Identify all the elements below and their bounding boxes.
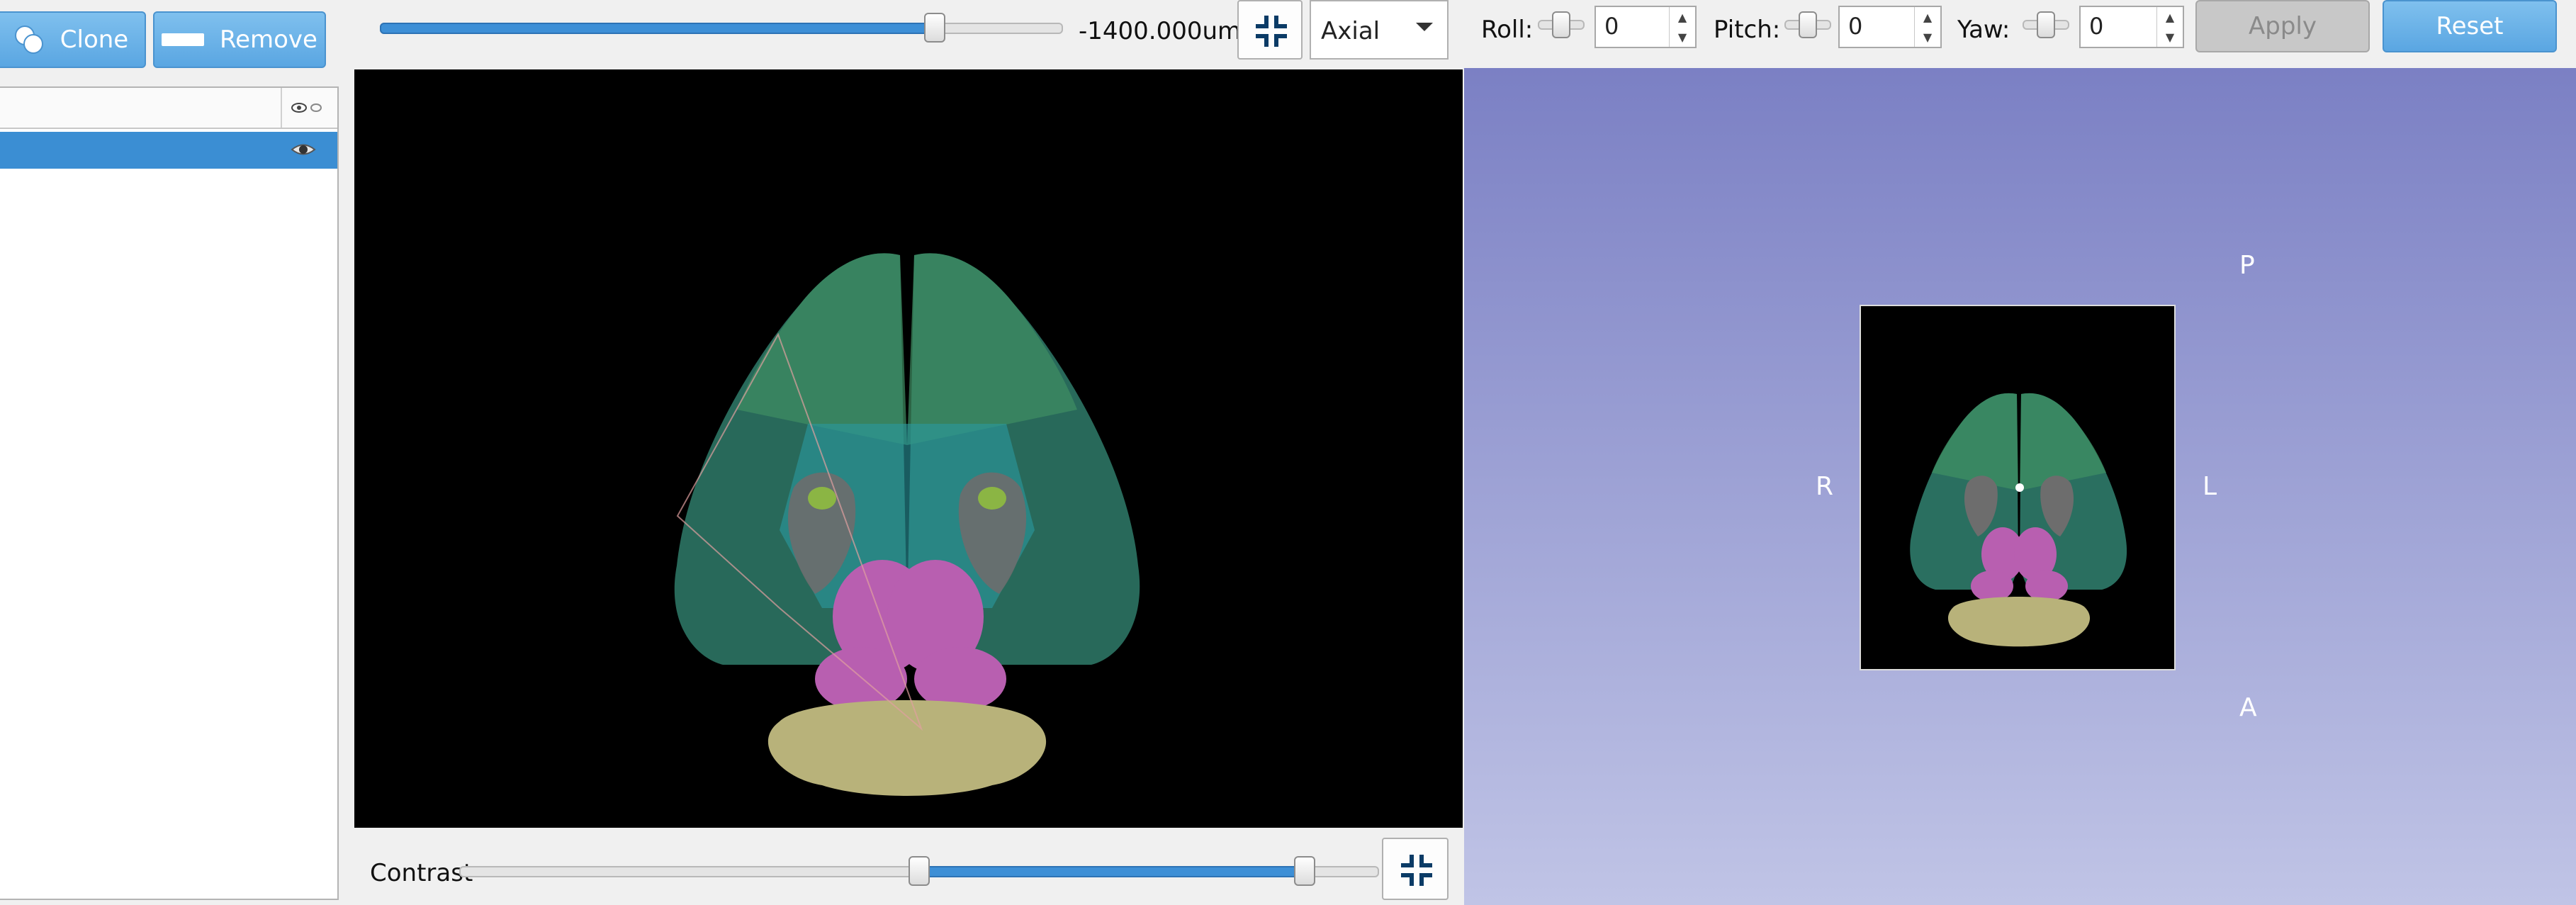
remove-label: Remove: [220, 26, 317, 54]
clone-button[interactable]: Clone: [0, 11, 146, 68]
slice-position-handle[interactable]: [924, 13, 945, 43]
fit-slice-button-bottom[interactable]: [1382, 838, 1449, 900]
remove-button[interactable]: Remove: [153, 11, 326, 68]
layer-list-header: [0, 88, 337, 129]
yaw-label: Yaw:: [1957, 16, 2010, 44]
slice-plane-3d: [1860, 305, 2176, 670]
fit-view-icon: [1249, 9, 1294, 54]
orientation-dropdown[interactable]: Axial: [1310, 0, 1449, 60]
spin-up-icon[interactable]: ▲: [2157, 7, 2183, 27]
pitch-value: 0: [1848, 13, 1863, 40]
fit-slice-button-top[interactable]: [1237, 0, 1303, 60]
clone-label: Clone: [60, 26, 129, 54]
orientation-selected: Axial: [1321, 17, 1380, 45]
contrast-label: Contrast: [370, 859, 473, 887]
pitch-handle[interactable]: [1799, 11, 1817, 38]
layer-list: [0, 86, 339, 900]
left-panel: Clone Remove: [0, 0, 351, 905]
slice-position-fill: [380, 23, 934, 34]
slice-position-slider[interactable]: [380, 23, 1063, 34]
roll-label: Roll:: [1481, 16, 1534, 44]
contrast-low-handle[interactable]: [909, 856, 930, 886]
apply-label: Apply: [2249, 12, 2317, 40]
roll-value: 0: [1604, 13, 1619, 40]
layer-row-selected[interactable]: [0, 132, 337, 169]
reset-label: Reset: [2436, 12, 2504, 40]
brain-slice-image: [674, 253, 1140, 796]
view-3d[interactable]: P A R L: [1464, 68, 2576, 905]
yaw-spinbox[interactable]: 0 ▲ ▼: [2079, 6, 2184, 48]
fit-view-icon: [1394, 848, 1439, 893]
pitch-spinbox[interactable]: 0 ▲ ▼: [1838, 6, 1942, 48]
yaw-value: 0: [2089, 13, 2104, 40]
orientation-label-left: R: [1816, 472, 1834, 501]
apply-button[interactable]: Apply: [2195, 0, 2370, 52]
contrast-range-fill: [920, 866, 1307, 877]
header-divider: [281, 88, 282, 128]
spin-down-icon[interactable]: ▼: [2157, 27, 2183, 47]
brain-slice-thumbnail: [1910, 393, 2127, 647]
contrast-high-handle[interactable]: [1294, 856, 1315, 886]
yaw-handle[interactable]: [2037, 11, 2055, 38]
spin-up-icon[interactable]: ▲: [1670, 7, 1695, 27]
roll-spinbox[interactable]: 0 ▲ ▼: [1594, 6, 1697, 48]
visibility-header-icon[interactable]: [289, 101, 325, 115]
eye-icon[interactable]: [291, 139, 316, 160]
remove-icon: [162, 33, 204, 46]
orientation-label-top: P: [2239, 251, 2255, 280]
spin-up-icon[interactable]: ▲: [1915, 7, 1940, 27]
slice-view[interactable]: [354, 69, 1463, 828]
reset-button[interactable]: Reset: [2383, 0, 2557, 52]
spin-down-icon[interactable]: ▼: [1915, 27, 1940, 47]
roll-handle[interactable]: [1552, 11, 1570, 38]
orientation-label-bottom: A: [2239, 693, 2257, 722]
pitch-label: Pitch:: [1714, 16, 1781, 44]
dropdown-arrow-icon: [1416, 23, 1433, 31]
slice-position-value: -1400.000um: [1079, 17, 1242, 45]
clone-icon: [13, 24, 45, 55]
spin-down-icon[interactable]: ▼: [1670, 27, 1695, 47]
orientation-label-right-3d: L: [2203, 472, 2217, 501]
